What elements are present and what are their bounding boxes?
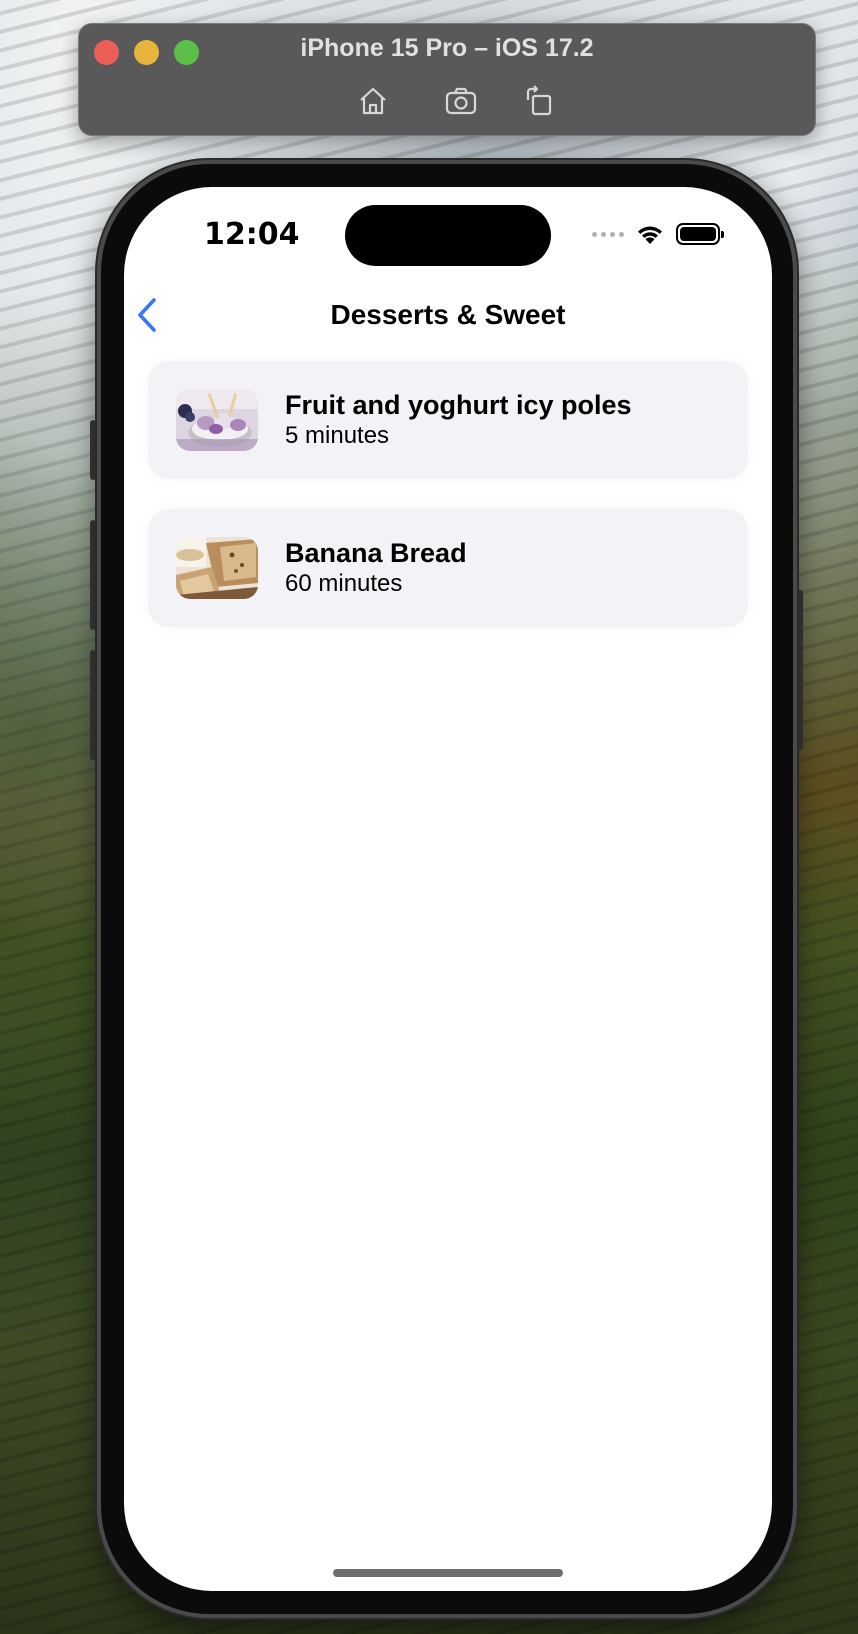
volume-up-button (90, 520, 96, 630)
recipe-duration: 60 minutes (285, 570, 403, 597)
wifi-icon (638, 226, 662, 244)
status-time: 12:04 (204, 217, 300, 252)
home-icon[interactable] (356, 84, 390, 118)
recipe-card-icy-poles[interactable]: Fruit and yoghurt icy poles 5 minutes (148, 361, 748, 479)
page-title: Desserts & Sweet (330, 299, 566, 330)
recipe-list: Fruit and yoghurt icy poles 5 minutes Ba… (148, 361, 748, 657)
phone-screen: 12:04 Desserts & Sweet Fruit and yoghurt… (124, 187, 772, 1591)
screenshot-icon[interactable] (444, 84, 478, 118)
recipe-name: Fruit and yoghurt icy poles (285, 390, 632, 420)
dynamic-island (345, 205, 551, 266)
status-icons (592, 223, 724, 245)
rotate-icon[interactable] (523, 84, 557, 118)
battery-icon (676, 223, 724, 245)
simulator-title: iPhone 15 Pro – iOS 17.2 (300, 34, 594, 62)
banana-bread-image (176, 537, 258, 599)
recipe-name: Banana Bread (285, 538, 467, 568)
cellular-dots-icon (592, 231, 624, 237)
navigation-bar: Desserts & Sweet (124, 287, 772, 343)
recipe-card-banana-bread[interactable]: Banana Bread 60 minutes (148, 509, 748, 627)
side-button (797, 590, 803, 750)
volume-down-button (90, 650, 96, 760)
icy-poles-image (176, 389, 258, 451)
recipe-duration: 5 minutes (285, 422, 390, 449)
action-button (90, 420, 96, 480)
home-indicator[interactable] (333, 1569, 563, 1577)
